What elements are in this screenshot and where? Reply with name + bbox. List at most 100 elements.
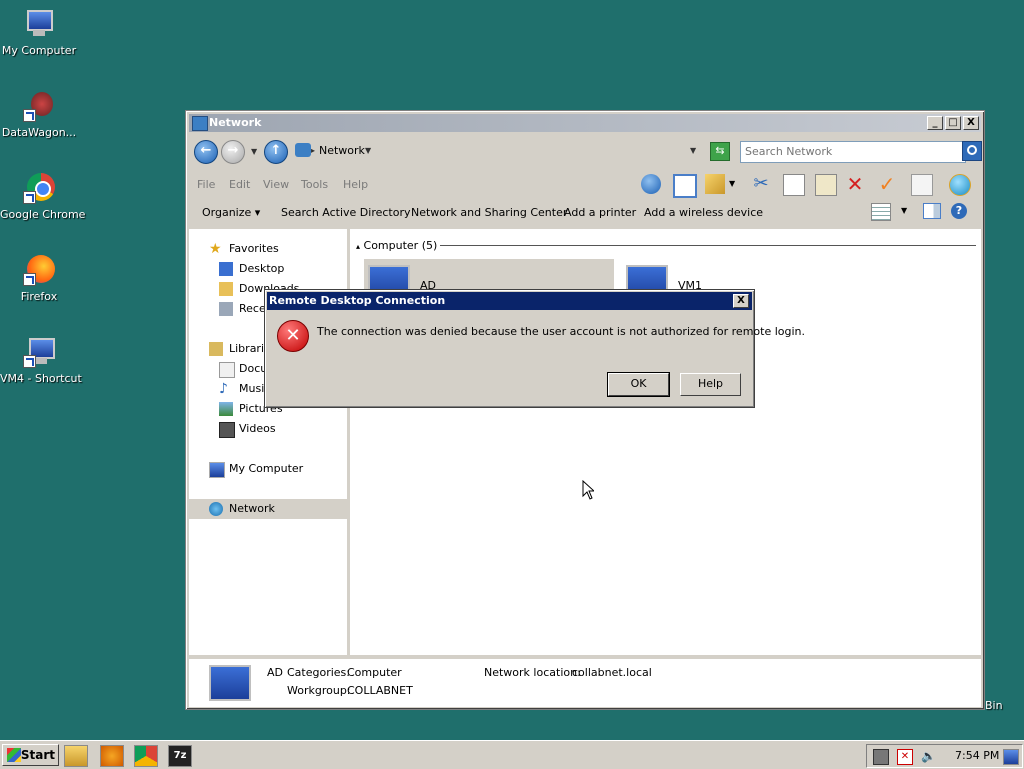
help-button[interactable]: Help: [680, 373, 741, 396]
start-label: Start: [20, 748, 55, 762]
copy-icon[interactable]: [783, 174, 805, 196]
menu-tools[interactable]: Tools: [301, 178, 328, 191]
7zip-icon[interactable]: 7z: [168, 745, 192, 767]
display-icon[interactable]: [1003, 749, 1019, 765]
group-divider: [440, 245, 976, 246]
desktop-icon-vm4-shortcut[interactable]: VM4 - Shortcut: [0, 336, 82, 385]
clock[interactable]: 7:54 PM: [955, 749, 999, 762]
security-icon[interactable]: ✕: [897, 749, 913, 765]
folders-pane-icon[interactable]: [673, 174, 697, 198]
search-input[interactable]: [740, 141, 966, 163]
organize-button[interactable]: Organize ▾: [202, 206, 260, 219]
command-bar: Organize ▾ Search Active Directory Netwo…: [189, 199, 981, 225]
forward-button[interactable]: →: [221, 140, 245, 164]
desktop-icon-datawagon[interactable]: DataWagon...: [0, 90, 78, 139]
nav-network[interactable]: Network: [189, 499, 347, 519]
desktop-icon-chrome[interactable]: Google Chrome: [0, 172, 85, 221]
details-network-location-value: collabnet.local: [572, 666, 652, 679]
menu-help[interactable]: Help: [343, 178, 368, 191]
downloads-folder-icon: [219, 282, 233, 296]
back-button[interactable]: ←: [194, 140, 218, 164]
organize-label: Organize: [202, 206, 252, 219]
volume-icon[interactable]: 🔈: [921, 749, 936, 763]
menu-edit[interactable]: Edit: [229, 178, 250, 191]
dialog-title: Remote Desktop Connection: [269, 294, 446, 307]
star-icon: ★: [209, 241, 222, 257]
refresh-button[interactable]: ⇆: [710, 142, 730, 161]
nav-videos[interactable]: Videos: [189, 419, 347, 439]
ok-button[interactable]: OK: [607, 372, 670, 397]
cut-icon[interactable]: ✂: [751, 174, 771, 194]
search-active-directory-button[interactable]: Search Active Directory: [281, 206, 411, 219]
firefox-icon: [23, 254, 55, 286]
network-globe-icon[interactable]: [949, 174, 971, 196]
details-workgroup-value: COLLABNET: [347, 684, 413, 697]
address-dropdown-icon[interactable]: ▼: [690, 146, 696, 155]
chevron-down-icon[interactable]: ▼: [365, 146, 371, 155]
check-icon[interactable]: ✓: [877, 174, 897, 194]
paste-icon[interactable]: [815, 174, 837, 196]
explorer-window[interactable]: Network _ □ X ← → ▼ ↑ ▸ Network ▼ ▼ ⇆ Fi…: [185, 110, 985, 710]
group-header-computer[interactable]: ▴ Computer (5): [356, 239, 437, 252]
chevron-down-icon[interactable]: ▼: [901, 203, 909, 223]
start-button[interactable]: Start: [2, 744, 59, 766]
network-sharing-center-button[interactable]: Network and Sharing Center: [411, 206, 567, 219]
dialog-titlebar[interactable]: Remote Desktop Connection X: [267, 292, 752, 310]
desktop-icon-label: My Computer: [1, 44, 77, 57]
history-dropdown-icon[interactable]: ▼: [251, 147, 257, 156]
desktop-icon-label: DataWagon...: [1, 126, 77, 139]
help-icon[interactable]: ?: [951, 203, 967, 219]
nav-my-computer[interactable]: My Computer: [189, 459, 347, 479]
desktop-icon-label: VM4 - Shortcut: [0, 372, 82, 385]
network-icon: [209, 502, 223, 516]
menu-view[interactable]: View: [263, 178, 289, 191]
rdp-error-dialog[interactable]: Remote Desktop Connection X ✕ The connec…: [264, 289, 805, 408]
maximize-button[interactable]: □: [945, 116, 961, 130]
nav-desktop[interactable]: Desktop: [189, 259, 347, 279]
desktop-icon-firefox[interactable]: Firefox: [0, 254, 78, 303]
address-bar: ← → ▼ ↑ ▸ Network ▼ ▼ ⇆: [189, 135, 982, 165]
network-icon[interactable]: [873, 749, 889, 765]
crumb-separator-icon[interactable]: ▸: [311, 146, 315, 155]
remote-desktop-icon: [23, 336, 55, 368]
minimize-button[interactable]: _: [927, 116, 943, 130]
chevron-down-icon[interactable]: ▼: [729, 174, 737, 194]
up-arrow-icon: ↑: [270, 143, 282, 158]
media-player-icon[interactable]: [100, 745, 124, 767]
up-button[interactable]: ↑: [264, 140, 288, 164]
mouse-cursor: [582, 479, 596, 500]
computer-icon: [209, 462, 225, 478]
up-folder-icon[interactable]: [641, 174, 661, 194]
recycle-bin-label[interactable]: Bin: [985, 699, 1003, 712]
close-button[interactable]: X: [963, 116, 979, 130]
favorites-folder-icon[interactable]: [705, 174, 725, 194]
desktop-icon: [219, 262, 233, 276]
taskbar: Start 7z ✕ 🔈 7:54 PM: [0, 740, 1024, 769]
delete-icon[interactable]: ✕: [845, 174, 865, 194]
search-icon[interactable]: [962, 141, 982, 161]
nav-favorites[interactable]: ★ Favorites: [189, 239, 347, 259]
explorer-icon[interactable]: [64, 745, 88, 767]
chrome-icon[interactable]: [134, 745, 158, 767]
email-icon[interactable]: [911, 174, 933, 196]
datawagon-icon: [23, 90, 55, 122]
details-categories-value: Computer: [347, 666, 402, 679]
add-printer-button[interactable]: Add a printer: [564, 206, 636, 219]
collapse-icon: ▴: [356, 242, 361, 251]
desktop-icon-my-computer[interactable]: My Computer: [0, 8, 78, 57]
add-wireless-device-button[interactable]: Add a wireless device: [644, 206, 763, 219]
details-network-location-label: Network location:: [484, 666, 581, 679]
view-options-icon[interactable]: [871, 203, 891, 221]
preview-pane-icon[interactable]: [923, 203, 941, 219]
menu-file[interactable]: File: [197, 178, 215, 191]
nav-label: Favorites: [229, 242, 279, 255]
recent-places-icon: [219, 302, 233, 316]
address-field[interactable]: ▸ Network ▼ ▼: [293, 141, 701, 161]
window-title: Network: [209, 116, 262, 129]
pictures-icon: [219, 402, 233, 416]
breadcrumb-network[interactable]: Network: [319, 144, 365, 157]
window-titlebar[interactable]: Network _ □ X: [189, 114, 981, 132]
dialog-close-button[interactable]: X: [733, 294, 749, 308]
details-pane: AD Categories: Computer Workgroup: COLLA…: [189, 657, 981, 707]
desktop-icon-label: Firefox: [20, 290, 58, 303]
